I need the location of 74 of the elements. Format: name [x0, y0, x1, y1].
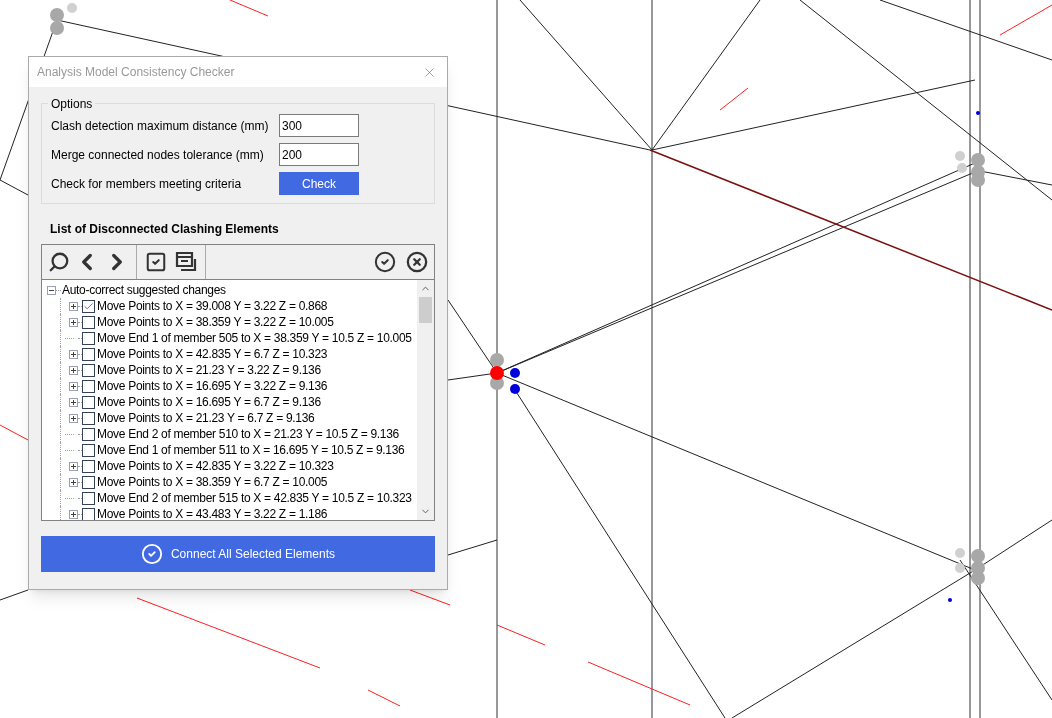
search-button[interactable] [48, 251, 70, 273]
tree-item-label[interactable]: Move Points to X = 42.835 Y = 3.22 Z = 10.323 [97, 457, 334, 475]
tree-item-label[interactable]: Move Points to X = 38.359 Y = 3.22 Z = 10.005 [97, 313, 334, 331]
tree-item-label[interactable]: Move End 1 of member 511 to X = 16.695 Y = 10.5 Z = 9.136 [97, 441, 405, 459]
stacked-window-icon [175, 251, 197, 273]
tree-item-label[interactable]: Move Points to X = 21.23 Y = 6.7 Z = 9.136 [97, 409, 315, 427]
checkbox[interactable] [82, 411, 95, 425]
plus-icon [71, 319, 76, 325]
field-label: Clash detection maximum distance (mm) [51, 117, 270, 135]
plus-icon [71, 303, 76, 309]
field-label: Merge connected nodes tolerance (mm) [51, 146, 265, 164]
checkbox[interactable] [82, 507, 95, 520]
plus-icon [71, 399, 76, 405]
checkbox[interactable] [82, 331, 95, 345]
reject-button[interactable] [406, 251, 428, 273]
checkbox[interactable] [82, 315, 95, 329]
field-label: Check for members meeting criteria [51, 175, 243, 193]
checked-box-icon [145, 251, 167, 273]
expand-toggle[interactable] [69, 301, 78, 311]
plus-icon [71, 415, 76, 421]
plus-icon [71, 511, 76, 517]
tree-item-label[interactable]: Move End 2 of member 515 to X = 42.835 Y = 10.5 Z = 10.323 [97, 489, 412, 507]
checkbox[interactable] [82, 379, 95, 393]
checkbox[interactable] [82, 299, 95, 313]
tree-item-label[interactable]: Move End 1 of member 505 to X = 38.359 Y = 10.5 Z = 10.005 [97, 329, 412, 347]
expand-toggle[interactable] [69, 349, 78, 359]
circle-check-icon [374, 251, 396, 273]
connect-button[interactable]: Connect All Selected Elements [41, 536, 435, 572]
plus-icon [71, 351, 76, 357]
plus-icon [71, 383, 76, 389]
checkbox[interactable] [82, 427, 95, 441]
expand-toggle[interactable] [69, 397, 78, 407]
expand-toggle[interactable] [69, 381, 78, 391]
expand-toggle[interactable] [69, 413, 78, 423]
window-title: Analysis Model Consistency Checker [37, 64, 235, 81]
tree-item-label[interactable]: Move Points to X = 21.23 Y = 3.22 Z = 9.136 [97, 361, 321, 379]
tree-item-label[interactable]: Move Points to X = 39.008 Y = 3.22 Z = 0.868 [97, 297, 328, 315]
expand-toggle[interactable] [69, 461, 78, 471]
list-title: List of Disconnected Clashing Elements [50, 221, 280, 238]
plus-icon [71, 367, 76, 373]
checkbox[interactable] [82, 395, 95, 409]
minus-icon [49, 287, 54, 293]
input-field[interactable]: 300 [279, 114, 359, 137]
checkbox[interactable] [82, 347, 95, 361]
circle-check-icon [140, 543, 163, 565]
check-icon [83, 300, 94, 312]
input-field[interactable]: 200 [279, 143, 359, 166]
plus-icon [71, 479, 76, 485]
scrollbar[interactable] [417, 280, 434, 520]
tree-item-label[interactable]: Auto-correct suggested changes [62, 281, 226, 299]
checkbox[interactable] [82, 363, 95, 377]
checkbox[interactable] [82, 475, 95, 489]
collapse-toggle[interactable] [47, 285, 56, 295]
tree-item-label[interactable]: Move End 2 of member 510 to X = 21.23 Y = 10.5 Z = 9.136 [97, 425, 399, 443]
scrollbar-thumb[interactable] [419, 297, 432, 323]
select-all-button[interactable] [145, 251, 167, 273]
expand-toggle[interactable] [69, 317, 78, 327]
search-icon [48, 251, 70, 273]
checkbox[interactable] [82, 443, 95, 457]
tree-item-label[interactable]: Move Points to X = 16.695 Y = 3.22 Z = 9.136 [97, 377, 328, 395]
collapse-button[interactable] [175, 251, 197, 273]
checkbox[interactable] [82, 459, 95, 473]
accept-button[interactable] [374, 251, 396, 273]
expand-toggle[interactable] [69, 509, 78, 519]
check-button[interactable]: Check [279, 172, 359, 195]
checkbox[interactable] [82, 491, 95, 505]
tree-item-label[interactable]: Move Points to X = 42.835 Y = 6.7 Z = 10.323 [97, 345, 328, 363]
plus-icon [71, 463, 76, 469]
circle-x-icon [406, 251, 428, 273]
expand-toggle[interactable] [69, 365, 78, 375]
tree-item-label[interactable]: Move Points to X = 16.695 Y = 6.7 Z = 9.136 [97, 393, 321, 411]
expand-toggle[interactable] [69, 477, 78, 487]
tree-item-label[interactable]: Move Points to X = 38.359 Y = 6.7 Z = 10.005 [97, 473, 328, 491]
tree-item-label[interactable]: Move Points to X = 43.483 Y = 3.22 Z = 1.186 [97, 505, 328, 520]
